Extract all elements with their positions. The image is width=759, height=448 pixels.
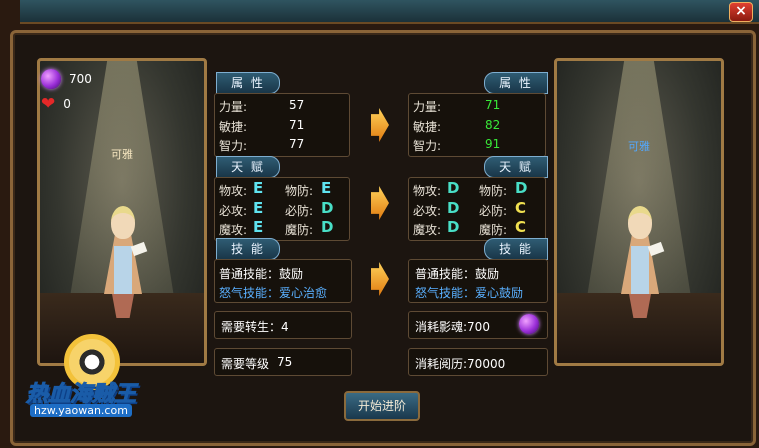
logo-url: hzw.yaowan.com <box>30 404 132 417</box>
level-value: 75 <box>277 355 293 369</box>
current-char-name: 可雅 <box>111 148 133 161</box>
next-portrait: 可雅 <box>554 58 724 366</box>
attr-value: 71 <box>289 118 305 132</box>
tab-skills-next[interactable]: 技 能 <box>484 238 548 260</box>
normal-skill: 普通技能：鼓励 <box>219 267 304 281</box>
tab-skills-current[interactable]: 技 能 <box>216 238 280 260</box>
hearts-row: ❤ 0 <box>41 94 71 114</box>
talent-label: 必攻: <box>413 204 442 218</box>
soul-cost-text: 消耗影魂:700 <box>415 320 490 334</box>
character-sprite <box>98 206 148 321</box>
talent-label: 魔攻: <box>219 223 248 237</box>
talent-panel-next: 物攻: D 物防: D 必攻: D 必防: C 魔攻: D 魔防: C <box>408 177 546 241</box>
attr-panel-next: 力量: 71 敏捷: 82 智力: 91 <box>408 93 546 157</box>
attr-label: 智力: <box>413 139 442 153</box>
tab-attributes-next[interactable]: 属 性 <box>484 72 548 94</box>
talent-label: 魔攻: <box>413 223 442 237</box>
talent-label: 物攻: <box>219 184 248 198</box>
start-advance-button[interactable]: 开始进阶 <box>344 391 420 421</box>
attr-value: 77 <box>289 137 305 151</box>
character-sprite <box>615 206 665 321</box>
heart-icon: ❤ <box>41 94 56 114</box>
attr-label: 力量: <box>413 100 442 114</box>
exp-cost: 消耗阅历:70000 <box>408 348 548 376</box>
talent-grade: D <box>321 199 334 217</box>
title-bar: × <box>20 0 759 24</box>
rebirth-requirement: 需要转生：4 <box>214 311 352 339</box>
talent-grade: C <box>515 218 527 236</box>
normal-skill: 普通技能：鼓励 <box>415 267 500 281</box>
talent-grade: E <box>321 179 332 197</box>
close-button[interactable]: × <box>729 2 753 22</box>
gem-icon <box>41 69 61 89</box>
skill-panel-next: 普通技能：鼓励 怒气技能： 爱心鼓励 <box>408 259 548 303</box>
level-label: 需要等级 <box>221 357 270 371</box>
talent-panel-current: 物攻: E 物防: E 必攻: E 必防: D 魔攻: E 魔防: D <box>214 177 350 241</box>
talent-grade: D <box>515 179 528 197</box>
level-requirement: 需要等级 75 <box>214 348 352 376</box>
attr-panel-current: 力量: 57 敏捷: 71 智力: 77 <box>214 93 350 157</box>
rage-skill-value: 爱心治愈 <box>279 286 328 300</box>
rage-skill-label: 怒气技能： <box>415 286 476 300</box>
talent-label: 物防: <box>479 184 508 198</box>
tab-talents-current[interactable]: 天 赋 <box>216 156 280 178</box>
attr-label: 智力: <box>219 139 248 153</box>
soul-cost: 消耗影魂:700 <box>408 311 548 339</box>
talent-label: 必防: <box>285 204 314 218</box>
gem-icon <box>519 314 539 334</box>
hearts-value: 0 <box>63 97 71 111</box>
rebirth-text: 需要转生：4 <box>221 320 289 334</box>
talent-grade: D <box>447 199 460 217</box>
advance-window: × 可雅 700 ❤ 0 可雅 属 性 力量: 57 敏捷: 71 智力: 77… <box>0 0 759 448</box>
attr-label: 力量: <box>219 100 248 114</box>
exp-cost-text: 消耗阅历:70000 <box>415 357 506 371</box>
talent-label: 必防: <box>479 204 508 218</box>
talent-grade: E <box>253 218 264 236</box>
attr-label: 敏捷: <box>413 120 442 134</box>
skill-panel-current: 普通技能：鼓励 怒气技能： 爱心治愈 <box>214 259 352 303</box>
attr-label: 敏捷: <box>219 120 248 134</box>
talent-grade: C <box>515 199 527 217</box>
currency-value: 700 <box>69 72 92 86</box>
talent-grade: D <box>447 218 460 236</box>
talent-grade: D <box>447 179 460 197</box>
next-char-name: 可雅 <box>628 140 650 153</box>
talent-grade: E <box>253 199 264 217</box>
talent-label: 魔防: <box>479 223 508 237</box>
talent-label: 物防: <box>285 184 314 198</box>
attr-value: 91 <box>485 137 501 151</box>
talent-label: 魔防: <box>285 223 314 237</box>
tab-talents-next[interactable]: 天 赋 <box>484 156 548 178</box>
attr-value: 57 <box>289 98 305 112</box>
talent-grade: D <box>321 218 334 236</box>
currency-row: 700 <box>41 69 92 89</box>
tab-attributes-current[interactable]: 属 性 <box>216 72 280 94</box>
talent-label: 物攻: <box>413 184 442 198</box>
talent-label: 必攻: <box>219 204 248 218</box>
rage-skill-value: 爱心鼓励 <box>475 286 524 300</box>
attr-value: 71 <box>485 98 501 112</box>
attr-value: 82 <box>485 118 501 132</box>
rage-skill-label: 怒气技能： <box>219 286 280 300</box>
talent-grade: E <box>253 179 264 197</box>
game-logo: 热血海贼王 hzw.yaowan.com <box>25 334 156 424</box>
